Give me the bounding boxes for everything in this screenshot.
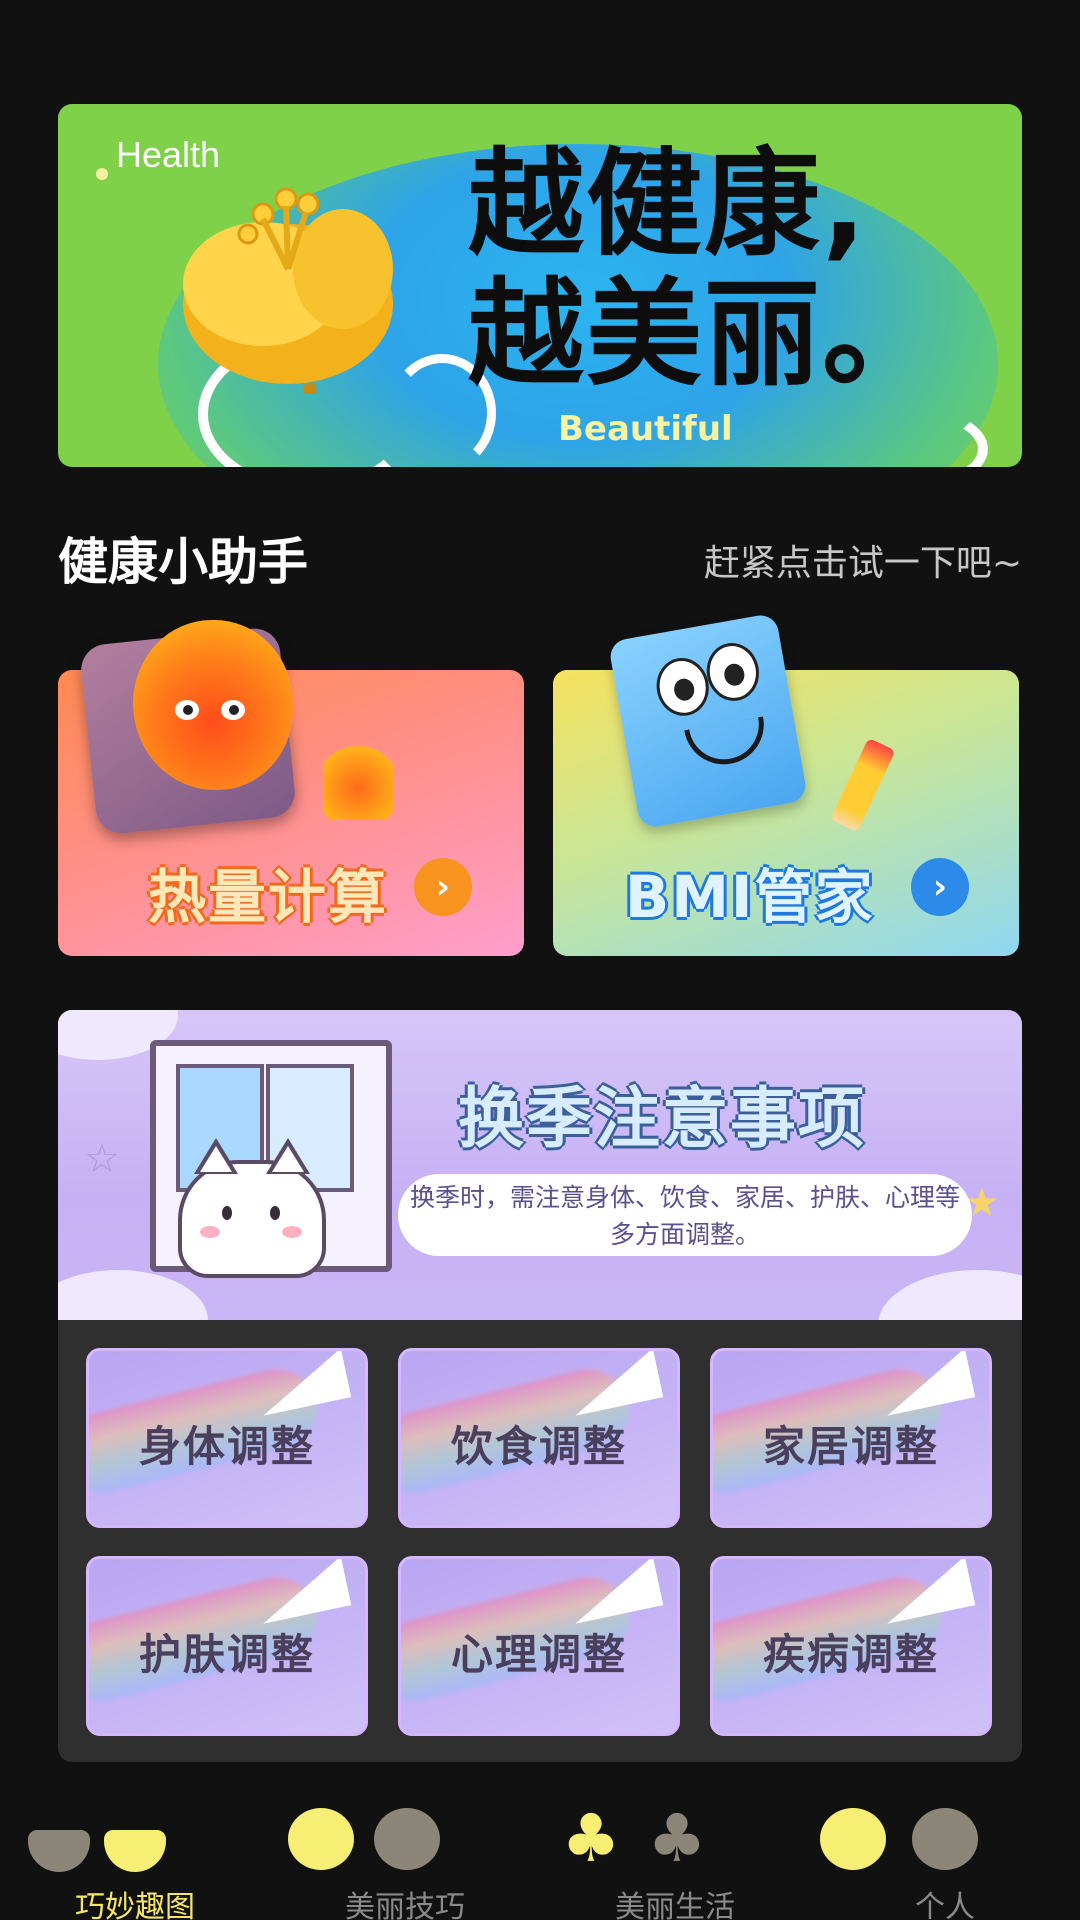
cookie-icon — [288, 1808, 354, 1870]
tile-label: 心理调整 — [450, 1630, 627, 1679]
mascot-eye — [702, 638, 764, 706]
cat-eye — [270, 1206, 280, 1220]
health-banner[interactable]: Health 越健康, 越美丽。 Beautiful — [58, 104, 1022, 467]
tile-label: 疾病调整 — [762, 1630, 939, 1679]
smiley-icon — [820, 1808, 886, 1870]
clover-icon: ♣ — [647, 1800, 707, 1877]
nav-item-beauty-life[interactable]: ♣ ♣ 美丽生活 — [540, 1790, 810, 1920]
calorie-card-label: 热量计算 — [148, 863, 389, 931]
banner-title-line1: 越健康, — [468, 137, 869, 272]
bottom-nav: 巧妙趣图 美丽技巧 ♣ ♣ 美丽生活 个人 — [0, 1790, 1080, 1920]
cookie-icon — [374, 1808, 440, 1870]
bowl-icon — [104, 1830, 166, 1872]
paper-plane-icon — [876, 1559, 976, 1624]
clover-icon: ♣ — [561, 1800, 621, 1877]
banner-subtitle: Beautiful — [558, 409, 733, 449]
star-icon: ☆ — [84, 1136, 120, 1182]
tile-label: 饮食调整 — [450, 1422, 627, 1471]
tile-disease-adjustment[interactable]: 疾病调整 — [710, 1556, 992, 1736]
tile-label: 身体调整 — [138, 1422, 315, 1471]
chevron-right-icon[interactable]: › — [911, 858, 969, 916]
banner-tag: Health — [116, 134, 221, 175]
nav-label: 美丽技巧 — [345, 1890, 465, 1920]
tile-mental-adjustment[interactable]: 心理调整 — [398, 1556, 680, 1736]
tile-label: 护肤调整 — [138, 1630, 315, 1679]
section-hint: 赶紧点击试一下吧~ — [703, 543, 1022, 584]
tile-skincare-adjustment[interactable]: 护肤调整 — [86, 1556, 368, 1736]
smiley-icon — [912, 1808, 978, 1870]
mascot-eye — [175, 700, 199, 720]
nav-item-beauty-tips[interactable]: 美丽技巧 — [270, 1790, 540, 1920]
nav-label: 个人 — [915, 1890, 975, 1920]
paper-plane-icon — [564, 1351, 664, 1416]
tile-label: 家居调整 — [762, 1422, 939, 1471]
fire-mascot-icon — [133, 620, 293, 790]
nav-label: 美丽生活 — [615, 1890, 735, 1920]
nav-item-profile[interactable]: 个人 — [810, 1790, 1080, 1920]
bmi-manager-card[interactable]: BMI管家 › — [553, 612, 1019, 956]
paper-plane-icon — [876, 1351, 976, 1416]
tile-body-adjustment[interactable]: 身体调整 — [86, 1348, 368, 1528]
tips-title: 换季注意事项 — [458, 1080, 866, 1157]
chevron-right-icon[interactable]: › — [414, 858, 472, 916]
paper-plane-icon — [252, 1351, 352, 1416]
tips-description: 换季时，需注意身体、饮食、家居、护肤、心理等多方面调整。 — [398, 1174, 972, 1256]
calorie-calculator-card[interactable]: 热量计算 › — [58, 620, 524, 956]
paper-plane-icon — [252, 1559, 352, 1624]
cloud-decoration — [878, 1270, 1022, 1320]
campfire-icon — [323, 740, 393, 820]
banner-dot — [96, 168, 108, 180]
banner-title: 越健康, 越美丽。 — [468, 140, 940, 400]
tile-home-adjustment[interactable]: 家居调整 — [710, 1348, 992, 1528]
cat-ear — [194, 1138, 238, 1174]
section-title: 健康小助手 — [58, 533, 308, 591]
season-tips-banner[interactable]: ☆ ★ 换季注意事项 换季时，需注意身体、饮食、家居、护肤、心理等多方面调整。 — [58, 1010, 1022, 1320]
cat-mascot-icon — [178, 1138, 326, 1278]
bmi-card-label: BMI管家 — [625, 863, 875, 931]
cloud-decoration — [58, 1270, 208, 1320]
banner-title-line2: 越美丽。 — [468, 267, 940, 402]
tulip-icon — [183, 187, 393, 394]
bowl-icon — [28, 1830, 90, 1872]
mascot-mouth — [684, 716, 771, 771]
book-mascot-icon — [607, 612, 809, 830]
mascot-eye — [221, 700, 245, 720]
cat-blush — [200, 1226, 220, 1238]
cat-blush — [282, 1226, 302, 1238]
cat-eye — [222, 1206, 232, 1220]
nav-item-fun-pics[interactable]: 巧妙趣图 — [0, 1790, 270, 1920]
mascot-eye — [652, 653, 714, 720]
app-screen: Health 越健康, 越美丽。 Beautiful 健康小助手 赶紧点击试一下… — [0, 0, 1080, 1920]
adjustment-grid: 身体调整 饮食调整 家居调整 护肤调整 心理调整 疾病调整 — [58, 1320, 1022, 1762]
nav-label: 巧妙趣图 — [75, 1890, 195, 1920]
cat-ear — [266, 1138, 310, 1174]
paper-plane-icon — [564, 1559, 664, 1624]
tile-diet-adjustment[interactable]: 饮食调整 — [398, 1348, 680, 1528]
